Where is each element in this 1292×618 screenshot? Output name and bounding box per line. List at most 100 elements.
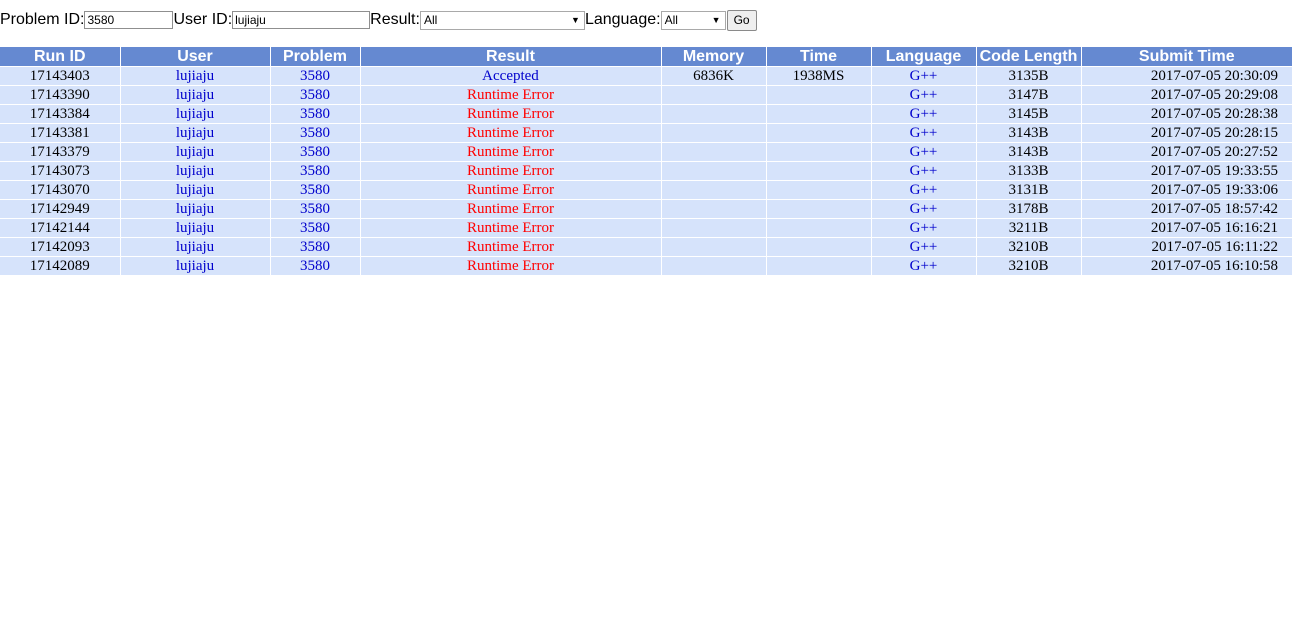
result-cell: Accepted (360, 66, 662, 86)
table-row: 17143384 lujiaju 3580 Runtime Error G++ 3145B… (0, 104, 1292, 124)
table-row: 17143070 lujiaju 3580 Runtime Error G++ 3131B… (0, 180, 1292, 200)
language-link[interactable]: G++ (871, 161, 977, 181)
time-cell (766, 256, 872, 276)
problem-link[interactable]: 3580 (270, 66, 361, 86)
result-select[interactable]: All ▼ (419, 10, 585, 30)
language-link[interactable]: G++ (871, 256, 977, 276)
go-button[interactable]: Go (726, 9, 757, 31)
table-row: 17143381 lujiaju 3580 Runtime Error G++ 3143B… (0, 123, 1292, 143)
problem-link[interactable]: 3580 (270, 161, 361, 181)
user-id-input[interactable] (232, 11, 371, 29)
result-cell: Runtime Error (360, 237, 662, 257)
run-id-cell: 17143384 (0, 104, 121, 124)
memory-cell: 6836K (661, 66, 767, 86)
user-link[interactable]: lujiaju (120, 161, 271, 181)
submit-time-cell: 2017-07-05 16:10:58 (1081, 256, 1292, 276)
result-cell: Runtime Error (360, 180, 662, 200)
problem-link[interactable]: 3580 (270, 123, 361, 143)
time-cell (766, 180, 872, 200)
status-table: Run ID User Problem Result Memory Time L… (0, 47, 1292, 276)
language-select-value: All (664, 12, 678, 27)
problem-link[interactable]: 3580 (270, 142, 361, 162)
result-cell: Runtime Error (360, 104, 662, 124)
user-link[interactable]: lujiaju (120, 218, 271, 238)
user-link[interactable]: lujiaju (120, 104, 271, 124)
col-header-problem: Problem (270, 47, 361, 67)
problem-link[interactable]: 3580 (270, 256, 361, 276)
code-length-cell: 3147B (976, 85, 1082, 105)
user-link[interactable]: lujiaju (120, 85, 271, 105)
language-link[interactable]: G++ (871, 104, 977, 124)
table-row: 17142089 lujiaju 3580 Runtime Error G++ 3210B… (0, 256, 1292, 276)
col-header-memory: Memory (661, 47, 767, 67)
code-length-cell: 3135B (976, 66, 1082, 86)
submit-time-cell: 2017-07-05 20:28:38 (1081, 104, 1292, 124)
user-link[interactable]: lujiaju (120, 237, 271, 257)
col-header-user: User (120, 47, 271, 67)
result-cell: Runtime Error (360, 199, 662, 219)
submit-time-cell: 2017-07-05 20:28:15 (1081, 123, 1292, 143)
time-cell (766, 237, 872, 257)
user-link[interactable]: lujiaju (120, 256, 271, 276)
table-row: 17142949 lujiaju 3580 Runtime Error G++ 3178B… (0, 199, 1292, 219)
user-link[interactable]: lujiaju (120, 199, 271, 219)
table-row: 17142144 lujiaju 3580 Runtime Error G++ 3211B… (0, 218, 1292, 238)
table-row: 17142093 lujiaju 3580 Runtime Error G++ 3210B… (0, 237, 1292, 257)
language-select[interactable]: All ▼ (660, 10, 726, 30)
problem-link[interactable]: 3580 (270, 85, 361, 105)
run-id-cell: 17142093 (0, 237, 121, 257)
code-length-cell: 3145B (976, 104, 1082, 124)
memory-cell (661, 199, 767, 219)
problem-link[interactable]: 3580 (270, 237, 361, 257)
memory-cell (661, 104, 767, 124)
submit-time-cell: 2017-07-05 19:33:55 (1081, 161, 1292, 181)
user-link[interactable]: lujiaju (120, 142, 271, 162)
language-label: Language: (584, 11, 661, 28)
problem-link[interactable]: 3580 (270, 180, 361, 200)
problem-link[interactable]: 3580 (270, 218, 361, 238)
language-link[interactable]: G++ (871, 123, 977, 143)
user-link[interactable]: lujiaju (120, 123, 271, 143)
result-cell: Runtime Error (360, 123, 662, 143)
col-header-code-length: Code Length (976, 47, 1082, 67)
submit-time-cell: 2017-07-05 20:29:08 (1081, 85, 1292, 105)
submit-time-cell: 2017-07-05 18:57:42 (1081, 199, 1292, 219)
table-row: 17143073 lujiaju 3580 Runtime Error G++ 3133B… (0, 161, 1292, 181)
result-cell: Runtime Error (360, 142, 662, 162)
user-link[interactable]: lujiaju (120, 180, 271, 200)
user-link[interactable]: lujiaju (120, 66, 271, 86)
time-cell (766, 142, 872, 162)
run-id-cell: 17142089 (0, 256, 121, 276)
language-link[interactable]: G++ (871, 199, 977, 219)
time-cell (766, 85, 872, 105)
memory-cell (661, 237, 767, 257)
col-header-submit-time: Submit Time (1081, 47, 1292, 67)
submit-time-cell: 2017-07-05 20:30:09 (1081, 66, 1292, 86)
problem-id-label: Problem ID: (0, 11, 85, 28)
result-label: Result: (370, 11, 420, 28)
memory-cell (661, 85, 767, 105)
code-length-cell: 3131B (976, 180, 1082, 200)
table-row: 17143390 lujiaju 3580 Runtime Error G++ 3147B… (0, 85, 1292, 105)
language-link[interactable]: G++ (871, 142, 977, 162)
run-id-cell: 17142949 (0, 199, 121, 219)
table-row: 17143403 lujiaju 3580 Accepted 6836K 1938MS G+… (0, 66, 1292, 86)
language-link[interactable]: G++ (871, 180, 977, 200)
run-id-cell: 17143073 (0, 161, 121, 181)
language-link[interactable]: G++ (871, 237, 977, 257)
problem-link[interactable]: 3580 (270, 199, 361, 219)
col-header-language: Language (871, 47, 977, 67)
table-header-row: Run ID User Problem Result Memory Time L… (0, 47, 1292, 67)
problem-link[interactable]: 3580 (270, 104, 361, 124)
memory-cell (661, 142, 767, 162)
language-link[interactable]: G++ (871, 66, 977, 86)
result-select-value: All (423, 12, 438, 27)
language-link[interactable]: G++ (871, 218, 977, 238)
memory-cell (661, 161, 767, 181)
code-length-cell: 3211B (976, 218, 1082, 238)
problem-id-input[interactable] (84, 11, 174, 29)
memory-cell (661, 218, 767, 238)
language-link[interactable]: G++ (871, 85, 977, 105)
code-length-cell: 3143B (976, 123, 1082, 143)
code-length-cell: 3143B (976, 142, 1082, 162)
